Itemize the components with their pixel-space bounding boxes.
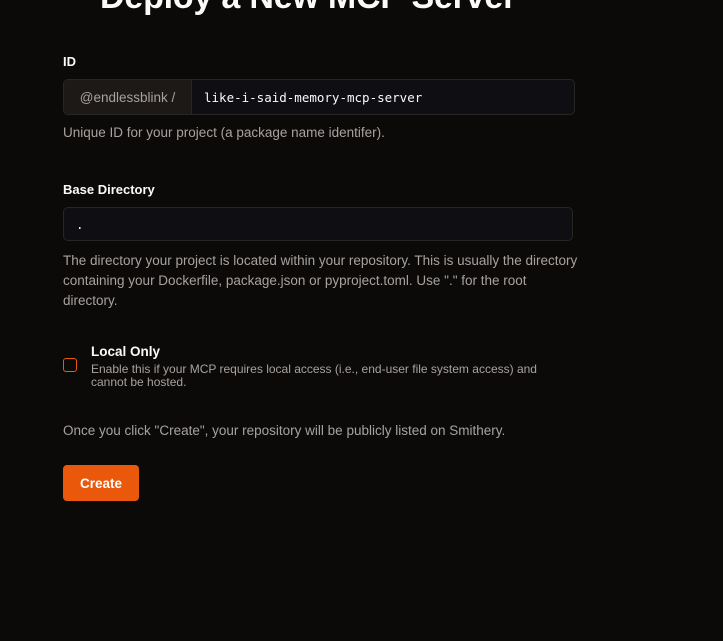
id-label: ID	[63, 54, 76, 69]
base-directory-input[interactable]	[63, 207, 573, 241]
id-help-text: Unique ID for your project (a package na…	[63, 125, 385, 140]
page-title: Deploy a New MCP Server	[100, 0, 516, 17]
id-namespace-prefix: @endlessblink /	[64, 80, 192, 114]
local-only-label: Local Only	[91, 344, 161, 359]
create-button[interactable]: Create	[63, 465, 139, 501]
local-only-checkbox[interactable]	[63, 358, 77, 372]
base-directory-help-text: The directory your project is located wi…	[63, 253, 578, 308]
public-listing-notice: Once you click "Create", your repository…	[63, 423, 506, 438]
id-input[interactable]	[192, 80, 574, 114]
id-input-group: @endlessblink /	[63, 79, 575, 115]
base-directory-label: Base Directory	[63, 182, 155, 197]
local-only-description: Enable this if your MCP requires local a…	[91, 362, 537, 389]
